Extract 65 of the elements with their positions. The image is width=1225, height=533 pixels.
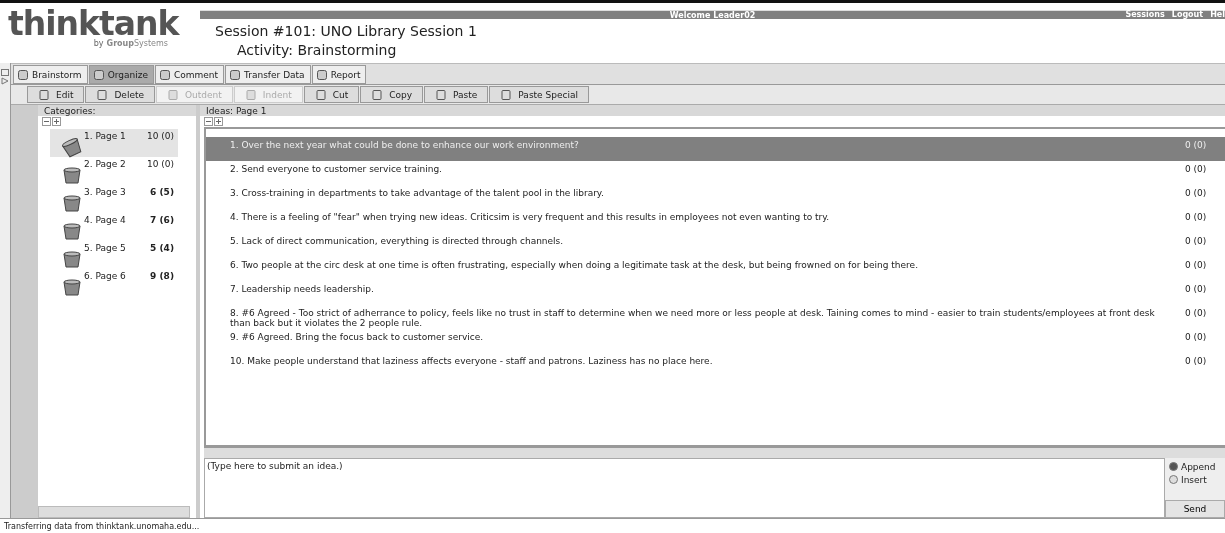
idea-item[interactable]: 7. Leadership needs leadership. 0 (0) <box>206 281 1225 305</box>
toolbar-button[interactable]: Copy <box>360 86 424 103</box>
bucket-icon <box>62 193 82 213</box>
idea-item[interactable]: 3. Cross-training in departments to take advantage of the talent pool in the library. 0 (0) <box>206 185 1225 209</box>
bucket-icon <box>62 277 82 297</box>
tab[interactable]: Transfer Data <box>225 65 311 84</box>
toolbar-button[interactable]: Delete <box>85 86 155 103</box>
header-link[interactable]: Sessions <box>1125 10 1165 19</box>
collapse-all-button[interactable] <box>42 117 51 126</box>
toolbar-button[interactable]: Edit <box>27 86 85 103</box>
toolbar-icon <box>244 88 257 101</box>
tab-icon <box>92 68 105 81</box>
idea-item[interactable]: 10. Make people understand that laziness affects everyone - staff and patrons. Laziness has no place here. 0 (0) <box>206 353 1225 377</box>
idea-item[interactable]: 8. #6 Agreed - Too strict of adherrance to policy, feels like no trust in staff to determine when we need more or less people at desk. Taining comes to mind - easier to train students/employees at front desk than back but it violates the 2 people rule. 0 (0) <box>206 305 1225 329</box>
idea-input-field[interactable]: (Type here to submit an idea.) <box>204 458 1165 518</box>
expand-all-button[interactable] <box>214 117 223 126</box>
bucket-icon <box>62 165 82 185</box>
category-item[interactable]: 6. Page 6 9 (8) <box>50 269 178 297</box>
activity-title: Activity: Brainstorming <box>237 42 398 58</box>
radio-option[interactable]: Append <box>1169 460 1225 473</box>
tab-icon <box>158 68 171 81</box>
idea-item[interactable]: 4. There is a feeling of "fear" when trying new ideas. Criticsim is very frequent and this results in employees not even wanting to try. 0 (0) <box>206 209 1225 233</box>
welcome-text: Welcome Leader02 <box>669 10 756 20</box>
tab[interactable]: Comment <box>154 65 225 84</box>
ideas-label: Ideas: Page 1 <box>206 105 267 116</box>
toolbar-icon <box>435 88 448 101</box>
status-text: Transferring data from thinktank.unomaha.edu... <box>4 521 200 531</box>
tab-icon <box>17 68 29 81</box>
send-button[interactable]: Send <box>1165 500 1225 518</box>
category-item[interactable]: 5. Page 5 5 (4) <box>50 241 178 269</box>
category-item[interactable]: 2. Page 2 10 (0) <box>50 157 178 185</box>
toolbar-icon <box>500 88 513 101</box>
categories-label: Categories: <box>44 105 96 116</box>
idea-item[interactable]: 2. Send everyone to customer service training. 0 (0) <box>206 161 1225 185</box>
panel-toggle-icon[interactable] <box>1 69 9 85</box>
toolbar-button[interactable]: Cut <box>303 86 360 103</box>
toolbar-button[interactable]: Paste <box>424 86 489 103</box>
tab[interactable]: Report <box>311 65 367 84</box>
tab[interactable]: Brainstorm <box>13 65 88 84</box>
toolbar-icon <box>371 88 384 101</box>
toolbar-button[interactable]: Paste Special <box>489 86 589 103</box>
idea-item[interactable]: 5. Lack of direct communication, everything is directed through channels. 0 (0) <box>206 233 1225 257</box>
toolbar-icon <box>314 88 327 101</box>
bucket-icon <box>62 249 82 269</box>
idea-item[interactable]: 6. Two people at the circ desk at one time is often frustrating, especially when doing a legitimate task at the desk, but being frowned on for being there. 0 (0) <box>206 257 1225 281</box>
tab-icon <box>229 68 242 81</box>
tab-icon <box>315 68 328 81</box>
toolbar-icon <box>38 88 50 101</box>
idea-item[interactable]: 1. Over the next year what could be done to enhance our work environment? 0 (0) <box>206 137 1225 161</box>
tab[interactable]: Organize <box>88 65 154 84</box>
toolbar-icon <box>167 88 179 101</box>
toolbar-icon <box>96 88 109 101</box>
radio-option[interactable]: Insert <box>1169 473 1225 486</box>
collapse-all-button[interactable] <box>204 117 213 126</box>
session-title: Session #101: UNO Library Session 1 <box>215 23 478 39</box>
bucket-icon <box>62 221 82 241</box>
category-item[interactable]: 1. Page 1 10 (0) <box>50 129 178 157</box>
header-link[interactable]: Logout <box>1171 10 1204 19</box>
idea-item[interactable]: 9. #6 Agreed. Bring the focus back to customer service. 0 (0) <box>206 329 1225 353</box>
company-name: GroupSystems <box>106 39 168 48</box>
horizontal-scrollbar[interactable] <box>38 506 190 518</box>
header-link[interactable]: Hel <box>1210 10 1225 19</box>
category-item[interactable]: 4. Page 4 7 (6) <box>50 213 178 241</box>
expand-all-button[interactable] <box>52 117 61 126</box>
category-item[interactable]: 3. Page 3 6 (5) <box>50 185 178 213</box>
